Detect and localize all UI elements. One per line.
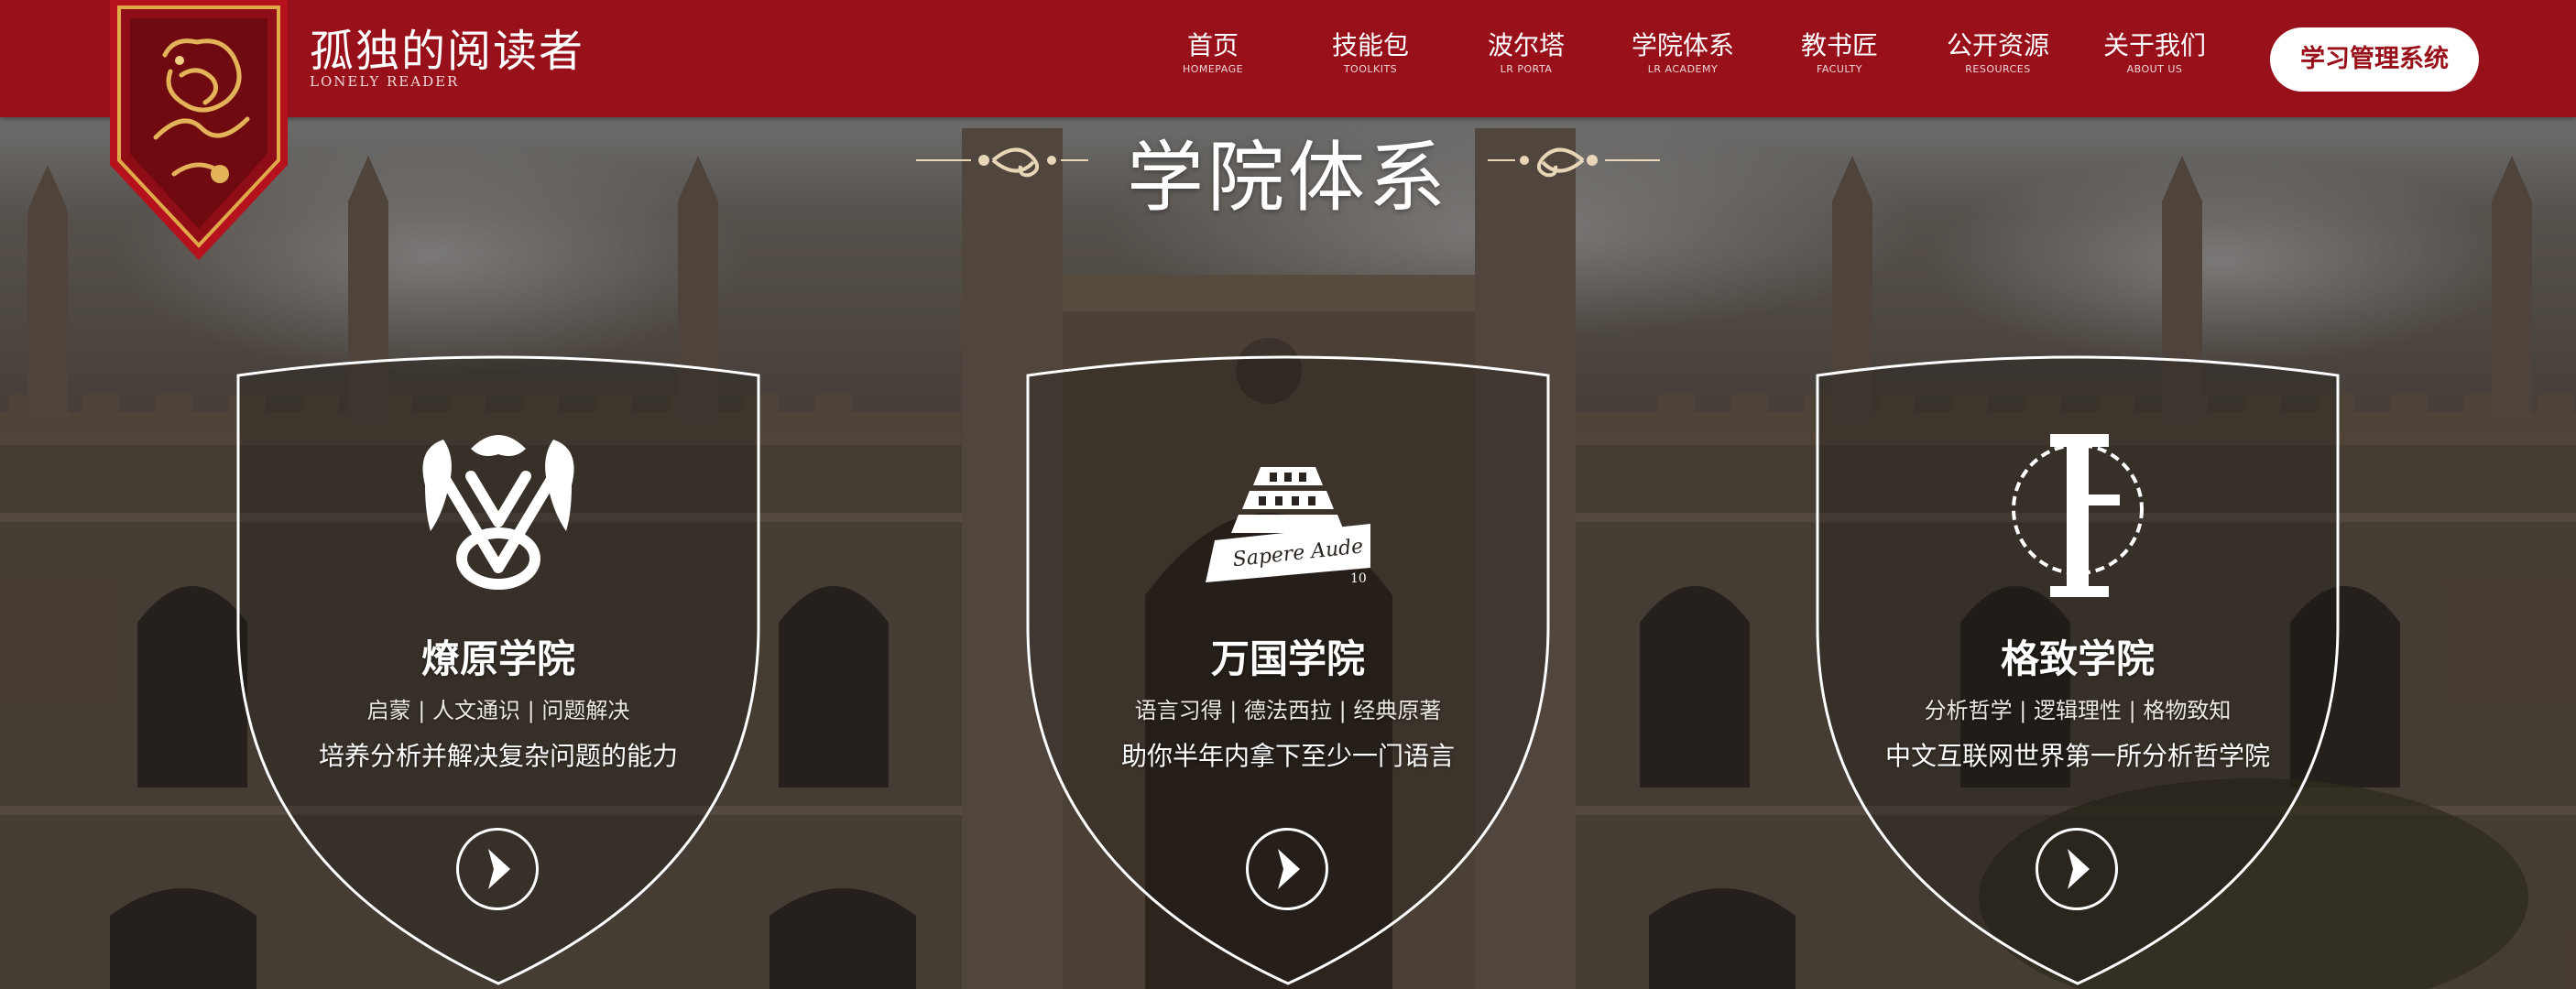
right-flourish-icon	[1488, 147, 1660, 178]
academy-name: 格致学院	[2000, 636, 2155, 681]
nav-item-label: 技能包	[1331, 30, 1409, 60]
nav-item-sublabel: LR PORTA	[1500, 63, 1553, 75]
site-header: 孤独的阅读者 LONELY READER 首页 HOMEPAGE 技能包 TOO…	[0, 0, 2576, 117]
enter-academy-button[interactable]	[2036, 828, 2118, 910]
nav-item-label: 公开资源	[1946, 30, 2049, 60]
nav-item-faculty[interactable]: 教书匠 FACULTY	[1771, 29, 1908, 77]
nav-item-label: 波尔塔	[1487, 30, 1565, 60]
nav-item-about-us[interactable]: 关于我们 ABOUT US	[2086, 29, 2223, 77]
nav-item-label: 学院体系	[1631, 30, 1734, 60]
academy-card-liaoyuan[interactable]: 燎原学院 启蒙 | 人文通识 | 问题解决 培养分析并解决复杂问题的能力	[235, 352, 762, 989]
academy-card-wanguo[interactable]: Sapere Aude 10 万国学院 语言习得 | 德法西拉 | 经典原著 助…	[1024, 352, 1552, 989]
emblem-number: 10	[1350, 571, 1367, 586]
nav-item-label: 教书匠	[1800, 30, 1878, 60]
academy-name: 燎原学院	[420, 636, 575, 681]
thorn-letter-f-icon	[2012, 434, 2144, 597]
academy-description: 中文互联网世界第一所分析哲学院	[1884, 741, 2270, 771]
academy-description: 助你半年内拿下至少一门语言	[1120, 741, 1455, 771]
brand-tagline: LONELY READER	[310, 73, 460, 90]
chevron-right-icon	[2068, 849, 2090, 889]
nav-item-sublabel: LR ACADEMY	[1647, 63, 1719, 75]
tower-of-babel-icon: Sapere Aude 10	[1206, 467, 1370, 586]
section-header: 学院体系	[916, 114, 1660, 223]
nav-item-toolkits[interactable]: 技能包 TOOLKITS	[1302, 29, 1439, 77]
nav-item-lr-academy[interactable]: 学院体系 LR ACADEMY	[1614, 29, 1752, 77]
nav-item-sublabel: ABOUT US	[2126, 63, 2183, 75]
nav-item-resources[interactable]: 公开资源 RESOURCES	[1929, 29, 2067, 77]
enter-academy-button[interactable]	[456, 828, 539, 910]
nav-item-sublabel: FACULTY	[1817, 63, 1862, 75]
brand-logo-shield[interactable]	[110, 0, 288, 260]
academy-tags: 启蒙 | 人文通识 | 问题解决	[366, 698, 630, 723]
academy-tags: 分析哲学 | 逻辑理性 | 格物致知	[1924, 698, 2232, 723]
lms-button[interactable]: 学习管理系统	[2270, 27, 2479, 92]
nav-item-label: 关于我们	[2102, 30, 2206, 60]
nav-item-sublabel: HOMEPAGE	[1182, 63, 1244, 75]
academy-tags: 语言习得 | 德法西拉 | 经典原著	[1134, 698, 1442, 723]
academy-description: 培养分析并解决复杂问题的能力	[318, 741, 678, 771]
chevron-right-icon	[488, 849, 510, 889]
nav-item-label: 首页	[1186, 30, 1239, 60]
nav-item-homepage[interactable]: 首页 HOMEPAGE	[1144, 29, 1282, 77]
enter-academy-button[interactable]	[1246, 828, 1328, 910]
academy-name: 万国学院	[1210, 636, 1365, 681]
academy-card-gezhi[interactable]: 格致学院 分析哲学 | 逻辑理性 | 格物致知 中文互联网世界第一所分析哲学院	[1814, 352, 2341, 989]
brand-name[interactable]: 孤独的阅读者	[310, 15, 584, 79]
nav-item-lr-porta[interactable]: 波尔塔 LR PORTA	[1457, 29, 1595, 77]
chevron-right-icon	[1278, 849, 1300, 889]
dragon-crest-icon	[422, 435, 574, 590]
nav-item-sublabel: RESOURCES	[1965, 63, 2031, 75]
nav-item-sublabel: TOOLKITS	[1343, 63, 1398, 75]
